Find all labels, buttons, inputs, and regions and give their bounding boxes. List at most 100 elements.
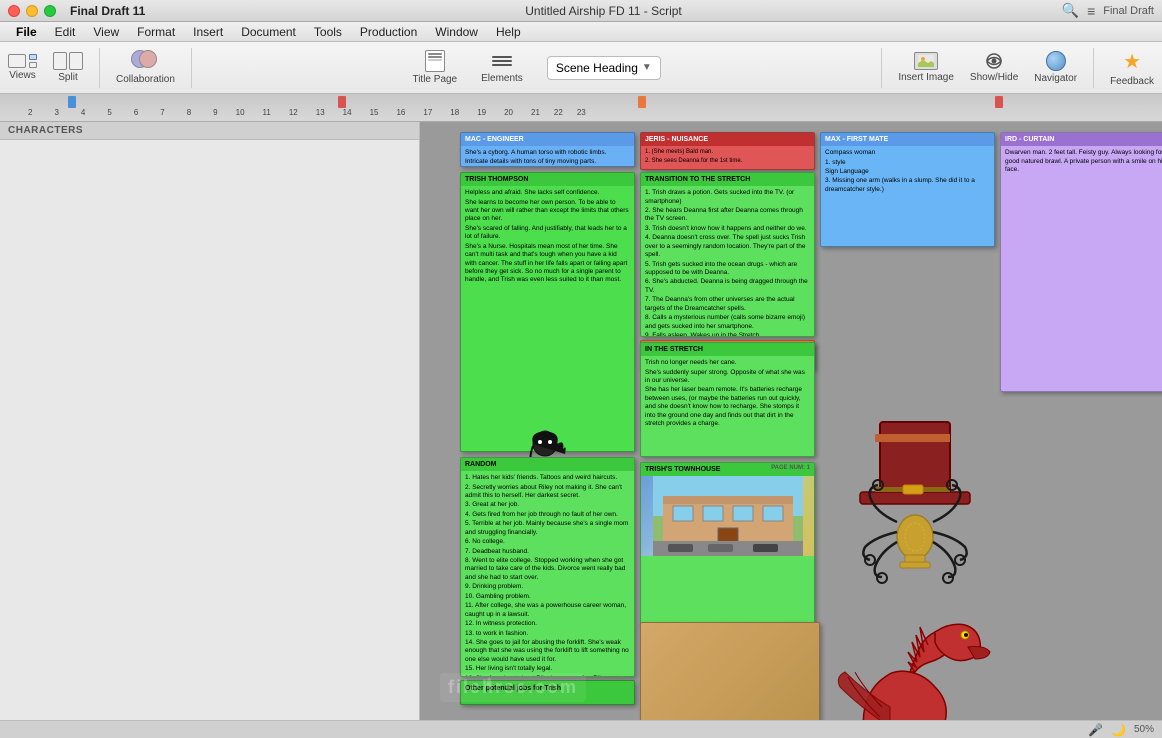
ruler-label: 6 [134, 108, 138, 117]
card-mac-header: MAC - Engineer [461, 133, 634, 146]
toolbar-views[interactable]: Views [8, 54, 37, 81]
card-stretch[interactable]: IN THE STRETCH Trish no longer needs her… [640, 342, 815, 457]
toolbar-collaboration[interactable]: Collaboration [116, 50, 175, 85]
ruler-label: 5 [107, 108, 111, 117]
close-button[interactable] [8, 5, 20, 17]
split-label: Split [58, 72, 77, 83]
window-controls[interactable]: Final Draft 11 [8, 4, 145, 18]
sidebar-toggle-icon[interactable]: ≡ [1087, 3, 1095, 19]
ruler-label: 14 [343, 108, 352, 117]
card-random[interactable]: RANDOM 1. Hates her kids' friends. Tatto… [460, 457, 635, 677]
ruler-label: 15 [370, 108, 379, 117]
ruler-blue-marker [68, 96, 76, 108]
toolbar-elements[interactable]: Elements [481, 51, 523, 84]
toolbar-split[interactable]: Split [53, 52, 83, 83]
card-container: MAC - Engineer She's a cyborg. A human t… [430, 132, 1162, 720]
toolbar-separator-4 [1093, 48, 1094, 88]
card-max-body: Compass woman 1. style Sign Language 3. … [821, 146, 994, 198]
views-label: Views [9, 70, 36, 81]
navigator-label: Navigator [1034, 73, 1077, 84]
menu-bar: File Edit View Format Insert Document To… [0, 22, 1162, 42]
toolbar-separator-2 [191, 48, 192, 88]
toolbar-navigator[interactable]: Navigator [1034, 51, 1077, 84]
ruler-orange-marker [638, 96, 646, 108]
toolbar-insert-image[interactable]: Insert Image [898, 52, 954, 83]
scene-heading-label: Scene Heading [556, 61, 638, 75]
card-max[interactable]: MAX - First Mate Compass woman 1. style … [820, 132, 995, 247]
ruler-label: 13 [316, 108, 325, 117]
ruler-label: 20 [504, 108, 513, 117]
ruler-label: 11 [263, 108, 271, 117]
bottom-bar: 🎤 🌙 50% [0, 720, 1162, 738]
menu-format[interactable]: Format [129, 24, 183, 40]
toolbar: Views Split Collaboration Title Page [0, 42, 1162, 94]
card-random-header: RANDOM [461, 458, 634, 471]
ruler-label: 8 [187, 108, 191, 117]
ruler-red-marker [338, 96, 346, 108]
scene-heading-dropdown[interactable]: Scene Heading ▼ [547, 56, 661, 80]
menu-edit[interactable]: Edit [47, 24, 84, 40]
ruler-label: 18 [450, 108, 459, 117]
fullscreen-button[interactable] [44, 5, 56, 17]
hat-candelabra-drawing [820, 392, 1005, 612]
document-title: Untitled Airship FD 11 - Script [525, 4, 682, 18]
main-area: CHARACTERS MAC - Engineer She's a cyborg… [0, 122, 1162, 720]
watermark: filehrse.com [440, 673, 586, 702]
menu-document[interactable]: Document [233, 24, 304, 40]
toolbar-show-hide[interactable]: Show/Hide [970, 52, 1018, 83]
menu-production[interactable]: Production [352, 24, 425, 40]
card-mac[interactable]: MAC - Engineer She's a cyborg. A human t… [460, 132, 635, 167]
menu-help[interactable]: Help [488, 24, 529, 40]
card-stretch-body: Trish no longer needs her cane. She's su… [641, 356, 814, 433]
card-deanna-header: JERIS - Nuisance [641, 133, 814, 146]
collab-label: Collaboration [116, 74, 175, 85]
card-deanna-body: 1. (She meets) Bald man. 2. She sees Dea… [641, 146, 814, 170]
card-trish-body: Helpless and afraid. She lacks self conf… [461, 186, 634, 289]
title-right-controls: 🔍 ≡ Final Draft [1062, 2, 1154, 19]
ruler-label: 19 [477, 108, 486, 117]
card-townhouse[interactable]: TRISH'S TOWNHOUSE Page Num: 1 [640, 462, 815, 627]
menu-file[interactable]: File [8, 24, 45, 40]
show-hide-label: Show/Hide [970, 72, 1018, 83]
card-bottom-brown[interactable] [640, 622, 820, 720]
card-deanna[interactable]: JERIS - Nuisance 1. (She meets) Bald man… [640, 132, 815, 170]
feedback-star-icon: ★ [1123, 49, 1141, 74]
menu-tools[interactable]: Tools [306, 24, 350, 40]
ruler-label: 22 [554, 108, 563, 117]
menu-insert[interactable]: Insert [185, 24, 231, 40]
mic-icon[interactable]: 🎤 [1088, 723, 1103, 737]
script-area[interactable]: MAC - Engineer She's a cyborg. A human t… [420, 122, 1162, 720]
card-curtain-body: Dwarven man. 2 feet tall. Feisty guy. Al… [1001, 146, 1162, 178]
card-trish-header: TRISH THOMPSON [461, 173, 634, 186]
card-curtain[interactable]: IRD - Curtain Dwarven man. 2 feet tall. … [1000, 132, 1162, 392]
card-mac-body: She's a cyborg. A human torso with robot… [461, 146, 634, 167]
toolbar-right: Insert Image Show/Hide Navigator ★ Feedb… [898, 48, 1154, 88]
menu-window[interactable]: Window [427, 24, 486, 40]
ruler-label: 7 [160, 108, 164, 117]
toolbar-feedback[interactable]: ★ Feedback [1110, 49, 1154, 87]
ruler-label: 4 [81, 108, 85, 117]
search-icon[interactable]: 🔍 [1062, 2, 1079, 19]
menu-view[interactable]: View [85, 24, 127, 40]
ruler-label: 17 [423, 108, 432, 117]
sidebar-content[interactable] [0, 140, 419, 716]
card-random-body: 1. Hates her kids' friends. Tattoos and … [461, 471, 634, 677]
townhouse-image [641, 476, 814, 556]
ruler-label: 3 [54, 108, 58, 117]
ruler: 2 3 4 5 6 7 8 9 10 11 12 13 14 15 16 17 … [0, 94, 1162, 121]
left-sidebar: CHARACTERS [0, 122, 420, 720]
ruler-label: 23 [577, 108, 586, 117]
card-transition-header: TRANSITION TO THE STRETCH [641, 173, 814, 186]
minimize-button[interactable] [26, 5, 38, 17]
dragon-drawing [820, 607, 1020, 720]
toolbar-title-page[interactable]: Title Page [412, 50, 457, 85]
dropdown-arrow: ▼ [642, 62, 652, 73]
card-trish[interactable]: TRISH THOMPSON Helpless and afraid. She … [460, 172, 635, 452]
card-stretch-header: IN THE STRETCH [641, 343, 814, 356]
feedback-label: Feedback [1110, 76, 1154, 87]
ruler-label: 21 [531, 108, 540, 117]
zoom-level: 50% [1134, 724, 1154, 735]
ruler-label: 16 [396, 108, 405, 117]
card-transition[interactable]: TRANSITION TO THE STRETCH 1. Trish draws… [640, 172, 815, 337]
ruler-red-marker-2 [995, 96, 1003, 108]
